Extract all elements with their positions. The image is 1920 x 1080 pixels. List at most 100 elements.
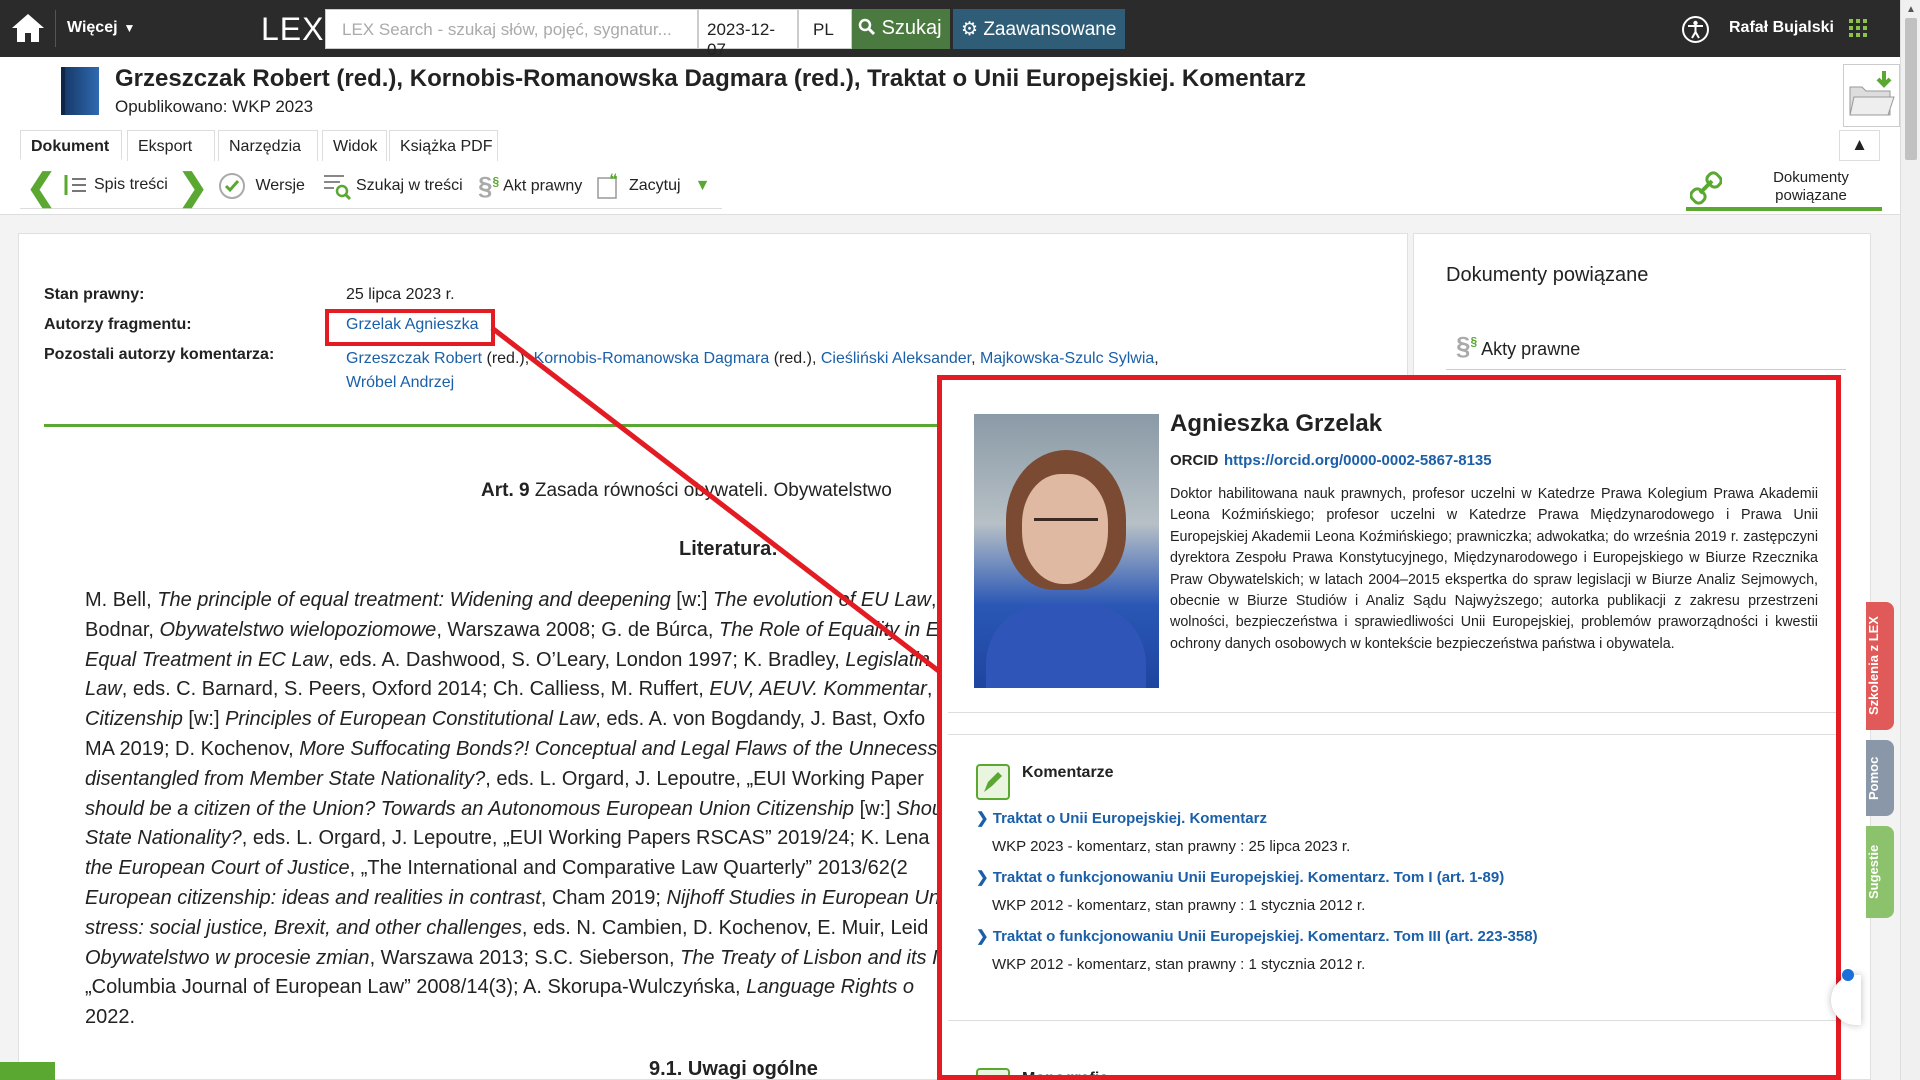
search-in-text-button[interactable]: Szukaj w treści — [322, 171, 463, 201]
toc-button[interactable]: Spis treści — [62, 171, 168, 199]
legal-state-label: Stan prawny: — [44, 286, 145, 303]
ref-meta: WKP 2012 - komentarz, stan prawny : 1 st… — [992, 956, 1366, 973]
scrollbar-thumb[interactable] — [1905, 18, 1917, 160]
more-menu-button[interactable]: Więcej ▼ — [67, 19, 135, 37]
legal-act-button[interactable]: §§ Akt prawny — [478, 171, 582, 202]
ref-link[interactable]: ❯ Traktat o funkcjonowaniu Unii Europejs… — [976, 868, 1504, 886]
document-published: Opublikowano: WKP 2023 — [115, 97, 314, 116]
arrow-up-icon[interactable]: ▲ — [1839, 130, 1880, 161]
chevron-down-icon: ▼ — [123, 21, 136, 35]
author-popup: Agnieszka Grzelak ORCID https://orcid.or… — [937, 375, 1841, 1080]
author-bio: Doktor habilitowana nauk prawnych, profe… — [1170, 486, 1818, 652]
author-link[interactable]: Kornobis-Romanowska Dagmara — [534, 350, 770, 367]
related-documents-button[interactable]: Dokumenty powiązane — [1686, 169, 1882, 211]
highlight-box — [325, 309, 495, 346]
ref-meta: WKP 2012 - komentarz, stan prawny : 1 st… — [992, 897, 1366, 914]
tab-widok[interactable]: Widok — [322, 130, 387, 161]
divider — [55, 10, 56, 47]
cite-button[interactable]: ❝ Zacytuj ▼ — [595, 171, 710, 201]
divider — [948, 712, 1836, 713]
pencil-icon — [976, 764, 1010, 800]
search-in-text-icon — [324, 175, 352, 201]
divider — [1446, 369, 1846, 370]
author-suffix: (red.), — [769, 350, 821, 367]
author-link[interactable]: Wróbel Andrzej — [346, 374, 454, 391]
user-name[interactable]: Rafał Bujalski — [1729, 19, 1834, 37]
quote-icon: ❝ — [597, 171, 618, 199]
search-button[interactable]: Szukaj — [852, 9, 950, 49]
search-icon — [858, 18, 876, 36]
folder-download-icon[interactable] — [1843, 64, 1900, 127]
ref-title: Traktat o funkcjonowaniu Unii Europejski… — [992, 869, 1505, 886]
accessibility-icon[interactable] — [1682, 16, 1709, 43]
author-link[interactable]: Majkowska-Szulc Sylwia — [980, 350, 1154, 367]
scrollbar[interactable]: ▲ — [1900, 0, 1920, 1080]
other-authors-label: Pozostali autorzy komentarza: — [44, 346, 275, 363]
orcid-link[interactable]: https://orcid.org/0000-0002-5867-8135 — [1224, 452, 1492, 469]
document-title: Grzeszczak Robert (red.), Kornobis-Roman… — [115, 65, 1306, 92]
author-photo — [974, 414, 1159, 688]
chevron-right-icon[interactable]: ❯ — [178, 169, 208, 205]
section-komentarze: Komentarze — [1022, 764, 1114, 781]
book-cover-icon — [61, 67, 99, 115]
ref-meta: WKP 2023 - komentarz, stan prawny : 25 l… — [992, 838, 1351, 855]
tab-narzedzia[interactable]: Narzędzia — [218, 130, 318, 161]
home-icon[interactable] — [10, 12, 46, 44]
scroll-up-icon[interactable]: ▲ — [1906, 4, 1916, 15]
chevron-down-icon[interactable]: ▼ — [695, 177, 711, 194]
ref-title: Traktat o Unii Europejskiej. Komentarz — [992, 810, 1267, 827]
pencil-icon — [976, 1068, 1010, 1075]
search-input[interactable]: LEX Search - szukaj słów, pojęć, sygnatu… — [325, 9, 698, 49]
tab-help[interactable]: Pomoc — [1866, 740, 1894, 816]
language-select[interactable]: PL — [798, 9, 852, 49]
versions-label: Wersje — [255, 177, 305, 195]
app-logo[interactable]: LEX — [261, 11, 324, 48]
more-menu-label: Więcej — [67, 19, 118, 36]
legal-act-label: Akt prawny — [503, 177, 583, 195]
article-heading: Art. 9 Zasada równości obywateli. Obywat… — [481, 480, 892, 502]
cite-label: Zacytuj — [629, 177, 681, 195]
apps-grid-icon[interactable] — [1849, 19, 1867, 37]
tab-eksport[interactable]: Eksport — [127, 130, 215, 161]
panel-title: Dokumenty powiązane — [1446, 264, 1649, 286]
document-header: Grzeszczak Robert (red.), Kornobis-Roman… — [0, 57, 1900, 215]
legal-state-value: 25 lipca 2023 r. — [346, 286, 455, 303]
document-toolbar: ❮ Spis treści ❯ Wersje Szukaj w treści §… — [20, 163, 722, 209]
author-suffix: (red.), — [482, 350, 534, 367]
svg-text:❝: ❝ — [609, 171, 618, 189]
tab-training[interactable]: Szkolenia z LEX — [1866, 602, 1894, 730]
author-link[interactable]: Cieśliński Aleksander — [821, 350, 971, 367]
advanced-search-button[interactable]: ⚙ Zaawansowane — [953, 9, 1125, 49]
legal-acts-item[interactable]: §§ Akty prawne — [1456, 331, 1580, 362]
orcid-label: ORCID — [1170, 452, 1219, 469]
author-name: Agnieszka Grzelak — [1170, 410, 1383, 437]
ref-link[interactable]: ❯ Traktat o funkcjonowaniu Unii Europejs… — [976, 927, 1538, 945]
paragraph-icon: §§ — [478, 171, 500, 201]
settings-corner-button[interactable] — [0, 1062, 55, 1080]
top-bar: Więcej ▼ LEX LEX Search - szukaj słów, po… — [0, 0, 1900, 59]
legal-acts-label: Akty prawne — [1481, 339, 1581, 359]
author-card: Agnieszka Grzelak ORCID https://orcid.or… — [948, 386, 1836, 1080]
ref-link[interactable]: ❯ Traktat o Unii Europejskiej. Komentarz — [976, 809, 1267, 827]
tab-ksiazka-pdf[interactable]: Książka PDF — [389, 130, 498, 161]
versions-check-icon — [219, 173, 245, 199]
versions-button[interactable]: Wersje — [217, 171, 305, 201]
date-field[interactable]: 2023-12-07 — [698, 9, 798, 59]
advanced-search-label: Zaawansowane — [983, 19, 1117, 40]
notification-dot — [1842, 969, 1854, 981]
fragment-authors-label: Autorzy fragmentu: — [44, 316, 192, 333]
literature-heading: Literatura: — [679, 538, 778, 560]
chevron-left-icon[interactable]: ❮ — [26, 169, 56, 205]
paragraph-icon: §§ — [1456, 331, 1478, 361]
tab-suggestions[interactable]: Sugestie — [1866, 826, 1894, 918]
section-monografie: Monografie — [1022, 1070, 1109, 1080]
tab-dokument[interactable]: Dokument — [20, 130, 122, 161]
author-suffix: , — [971, 350, 981, 367]
subsection-heading: 9.1. Uwagi ogólne — [649, 1058, 818, 1080]
toc-icon — [64, 175, 86, 195]
divider — [948, 1020, 1836, 1021]
author-link[interactable]: Grzeszczak Robert — [346, 350, 482, 367]
divider — [948, 734, 1836, 735]
ref-title: Traktat o funkcjonowaniu Unii Europejski… — [992, 928, 1538, 945]
gear-icon: ⚙ — [961, 19, 979, 40]
